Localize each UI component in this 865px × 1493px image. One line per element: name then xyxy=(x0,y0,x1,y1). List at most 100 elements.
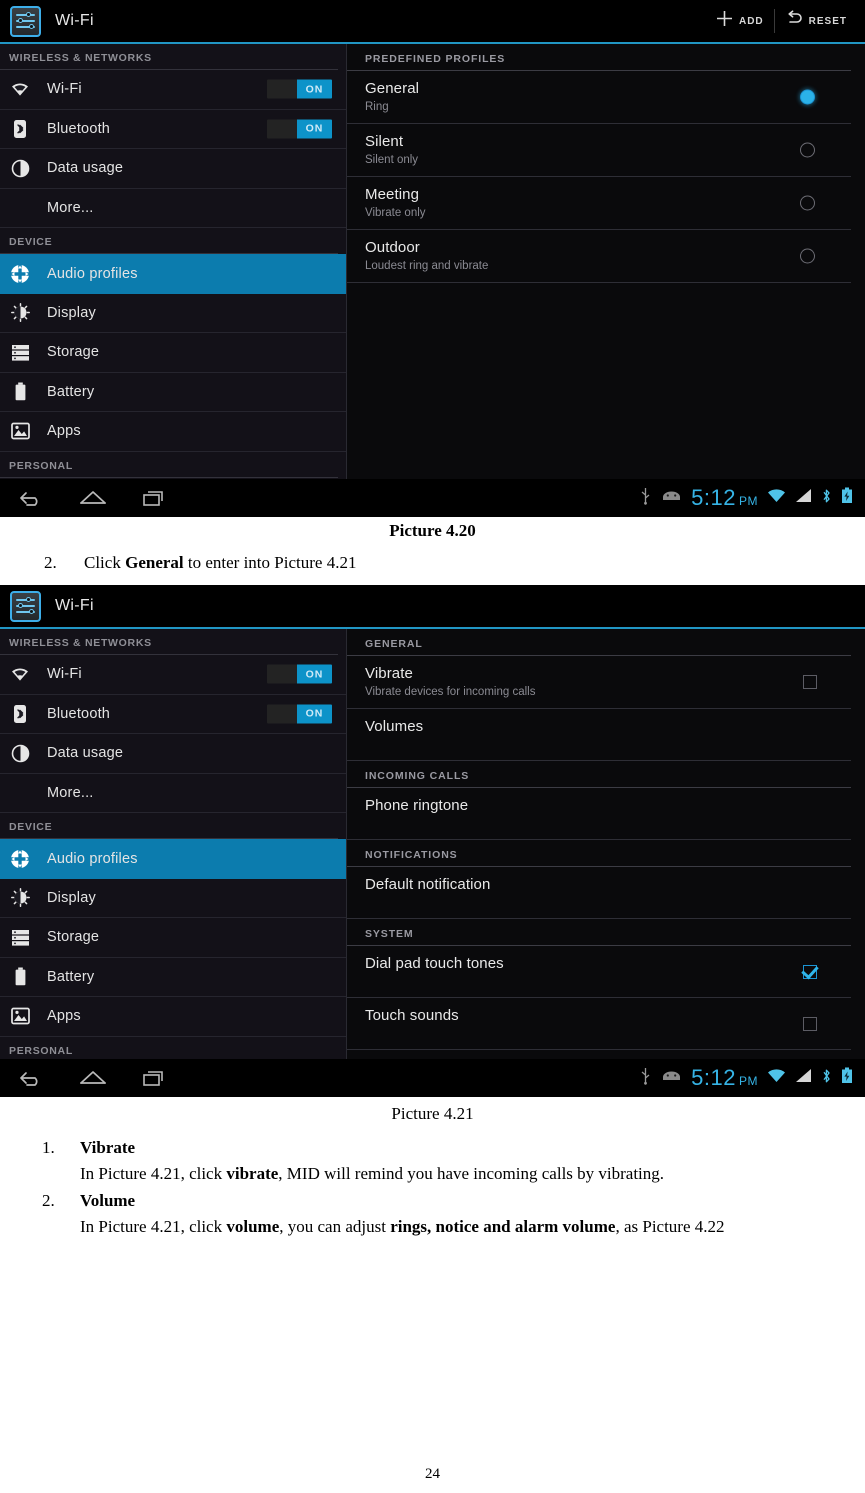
settings-sliders-icon xyxy=(10,5,41,37)
recents-button[interactable] xyxy=(124,479,186,517)
sidebar-item-audio-profiles[interactable]: Audio profiles xyxy=(0,254,346,294)
cellular-signal-icon xyxy=(795,488,812,508)
sidebar-item-battery[interactable]: Battery xyxy=(0,373,346,412)
recents-button[interactable] xyxy=(124,1059,186,1097)
settings-row-checkbox[interactable] xyxy=(803,1016,817,1031)
sidebar-item-storage[interactable]: Storage xyxy=(0,333,346,373)
settings-row-checkbox[interactable] xyxy=(803,675,817,689)
status-icons-2: 5:12 PM xyxy=(639,1066,865,1090)
sidebar-item-storage[interactable]: Storage xyxy=(0,918,346,958)
settings-row[interactable]: Phone ringtone xyxy=(347,788,851,840)
toggle-knob xyxy=(267,704,297,724)
profile-subtitle: Silent only xyxy=(365,154,419,166)
settings-row[interactable]: Vibrate Vibrate devices for incoming call… xyxy=(347,656,851,709)
sidebar-item-label: More... xyxy=(47,784,94,801)
home-button[interactable] xyxy=(62,1059,124,1097)
sidebar-item-more[interactable]: More... xyxy=(0,189,346,228)
settings-row-title: Default notification xyxy=(365,876,491,893)
settings-sliders-icon xyxy=(10,590,41,622)
sidebar-item-bluetooth[interactable]: Bluetooth ON xyxy=(0,695,346,734)
add-button[interactable]: ADD xyxy=(705,0,774,42)
settings-row[interactable]: Touch sounds xyxy=(347,998,851,1050)
profile-radio-button[interactable] xyxy=(800,142,815,158)
data-usage-icon xyxy=(9,742,31,764)
settings-body-2: WIRELESS & NETWORKS Wi-Fi ON Bluetooth ON Dat… xyxy=(0,629,865,1097)
battery-charging-icon xyxy=(841,487,853,509)
bluetooth-icon xyxy=(9,118,31,140)
sidebar-section-header: PERSONAL xyxy=(0,452,338,478)
toggle-knob xyxy=(267,119,297,139)
toggle-state-label: ON xyxy=(297,79,332,99)
general-audio-settings-pane: GENERAL Vibrate Vibrate devices for incomi… xyxy=(347,629,865,1097)
profile-radio-button[interactable] xyxy=(800,89,815,105)
profile-row[interactable]: General Ring xyxy=(347,71,851,124)
toggle-state-label: ON xyxy=(297,119,332,139)
sidebar-item-label: Bluetooth xyxy=(47,120,111,137)
sidebar-item-apps[interactable]: Apps xyxy=(0,997,346,1037)
back-button[interactable] xyxy=(0,1059,62,1097)
storage-icon xyxy=(9,926,31,948)
settings-row-title: Vibrate xyxy=(365,665,413,682)
document-page: Wi-Fi ADD RESET WIRELESS & NETWORKS Wi-F… xyxy=(0,0,865,1493)
sidebar-section-header: DEVICE xyxy=(0,228,338,254)
toggle-switch[interactable]: ON xyxy=(267,79,332,99)
sidebar-item-data-usage[interactable]: Data usage xyxy=(0,149,346,189)
add-button-label: ADD xyxy=(738,15,764,27)
action-bar-actions: ADD RESET xyxy=(705,0,865,42)
sidebar-item-label: Data usage xyxy=(47,160,124,177)
sidebar-item-label: Apps xyxy=(47,423,81,440)
profile-row[interactable]: Outdoor Loudest ring and vibrate xyxy=(347,230,851,283)
sidebar-item-label: Battery xyxy=(47,968,95,985)
toggle-knob xyxy=(267,79,297,99)
sidebar-item-bluetooth[interactable]: Bluetooth ON xyxy=(0,110,346,149)
document-item-1: 1. Vibrate In Picture 4.21, click vibrate… xyxy=(0,1138,865,1190)
sidebar-item-display[interactable]: Display xyxy=(0,879,346,918)
toggle-switch[interactable]: ON xyxy=(267,704,332,724)
back-button[interactable] xyxy=(0,479,62,517)
sidebar-section-header: DEVICE xyxy=(0,813,338,839)
profile-radio-button[interactable] xyxy=(800,195,815,211)
document-item-2: 2. Volume In Picture 4.21, click volume, … xyxy=(0,1191,865,1243)
item-1-body: In Picture 4.21, click vibrate, MID will… xyxy=(80,1164,665,1183)
home-button[interactable] xyxy=(62,479,124,517)
document-item-list: 1. Vibrate In Picture 4.21, click vibrate… xyxy=(0,1138,865,1244)
settings-row[interactable]: Volumes xyxy=(347,709,851,761)
sidebar-item-battery[interactable]: Battery xyxy=(0,958,346,997)
sidebar-item-apps[interactable]: Apps xyxy=(0,412,346,452)
settings-row[interactable]: Default notification xyxy=(347,867,851,919)
apps-icon xyxy=(9,1005,31,1027)
android-robot-icon xyxy=(661,489,682,508)
profile-row[interactable]: Silent Silent only xyxy=(347,124,851,177)
page-number: 24 xyxy=(425,1466,440,1482)
profile-title: General xyxy=(365,80,420,97)
sidebar-item-display[interactable]: Display xyxy=(0,294,346,333)
profile-list: General Ring Silent Silent only Meeting Vibra… xyxy=(347,71,865,283)
settings-row-title: Dial pad touch tones xyxy=(365,955,504,972)
step-2-number: 2. xyxy=(44,553,57,572)
sidebar-item-wi-fi[interactable]: Wi-Fi ON xyxy=(0,655,346,695)
profile-row[interactable]: Meeting Vibrate only xyxy=(347,177,851,230)
profile-radio-button[interactable] xyxy=(800,248,815,264)
sidebar-item-label: Wi-Fi xyxy=(47,81,82,98)
sidebar-item-label: Battery xyxy=(47,383,95,400)
apps-icon xyxy=(9,420,31,442)
sidebar-item-data-usage[interactable]: Data usage xyxy=(0,734,346,774)
android-screenshot-picture-4-21: Wi-Fi WIRELESS & NETWORKS Wi-Fi ON Bluetoot… xyxy=(0,585,865,1097)
profile-subtitle: Ring xyxy=(365,101,389,113)
action-bar-title: Wi-Fi xyxy=(55,12,94,29)
profile-title: Outdoor xyxy=(365,239,420,256)
display-icon xyxy=(9,302,31,324)
caption-picture-4-20: Picture 4.20 xyxy=(389,521,476,540)
settings-body: WIRELESS & NETWORKS Wi-Fi ON Bluetooth ON Dat… xyxy=(0,44,865,517)
reset-button[interactable]: RESET xyxy=(775,0,857,42)
sidebar-item-audio-profiles[interactable]: Audio profiles xyxy=(0,839,346,879)
wifi-icon xyxy=(9,78,31,100)
sidebar-item-wi-fi[interactable]: Wi-Fi ON xyxy=(0,70,346,110)
toggle-switch[interactable]: ON xyxy=(267,664,332,684)
settings-row-checkbox[interactable] xyxy=(803,964,817,979)
sidebar-item-more[interactable]: More... xyxy=(0,774,346,813)
toggle-switch[interactable]: ON xyxy=(267,119,332,139)
data-usage-icon xyxy=(9,157,31,179)
settings-row[interactable]: Dial pad touch tones xyxy=(347,946,851,998)
sidebar-section-header: WIRELESS & NETWORKS xyxy=(0,629,338,655)
